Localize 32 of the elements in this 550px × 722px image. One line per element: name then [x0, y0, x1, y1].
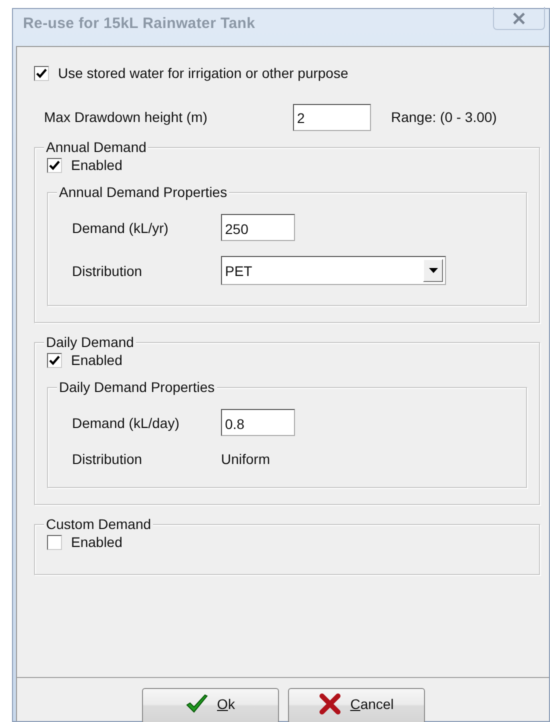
group-title: Annual Demand	[44, 139, 148, 155]
checkbox-label: Use stored water for irrigation or other purpose	[58, 65, 348, 81]
demand-input[interactable]: 0.8	[221, 409, 295, 436]
group-title: Annual Demand Properties	[57, 184, 230, 200]
field-label: Distribution	[72, 451, 144, 467]
distribution-value: Uniform	[221, 451, 272, 467]
checkbox-label: Enabled	[71, 352, 122, 368]
group-title: Daily Demand Properties	[57, 379, 217, 395]
group-title: Custom Demand	[44, 516, 154, 532]
dropdown-arrow-icon	[428, 268, 438, 273]
close-button[interactable]	[493, 7, 545, 30]
checkbox-label: Enabled	[71, 534, 122, 550]
checkmark-icon	[185, 693, 210, 715]
checkbox[interactable]	[34, 66, 49, 80]
field-label: Max Drawdown height (m)	[44, 109, 208, 125]
ok-button[interactable]: Ok	[142, 688, 278, 722]
field-label: Demand (kL/day)	[72, 414, 180, 430]
demand-input[interactable]: 250	[221, 214, 295, 241]
drawdown-input[interactable]: 2	[293, 104, 371, 130]
cross-icon	[318, 693, 342, 715]
checkbox[interactable]	[47, 352, 62, 368]
group-title: Daily Demand	[44, 334, 136, 350]
close-icon	[512, 12, 526, 24]
window-title: Re-use for 15kL Rainwater Tank	[23, 15, 256, 32]
checkbox-label: Enabled	[71, 157, 122, 173]
cancel-button[interactable]: Cancel	[288, 688, 424, 722]
distribution-dropdown[interactable]: PET	[221, 256, 446, 285]
range-text: Range: (0 - 3.00)	[391, 109, 497, 125]
checkbox[interactable]	[47, 158, 62, 172]
field-label: Distribution	[72, 262, 144, 278]
field-label: Demand (kL/yr)	[72, 220, 170, 236]
checkbox[interactable]	[47, 534, 62, 550]
